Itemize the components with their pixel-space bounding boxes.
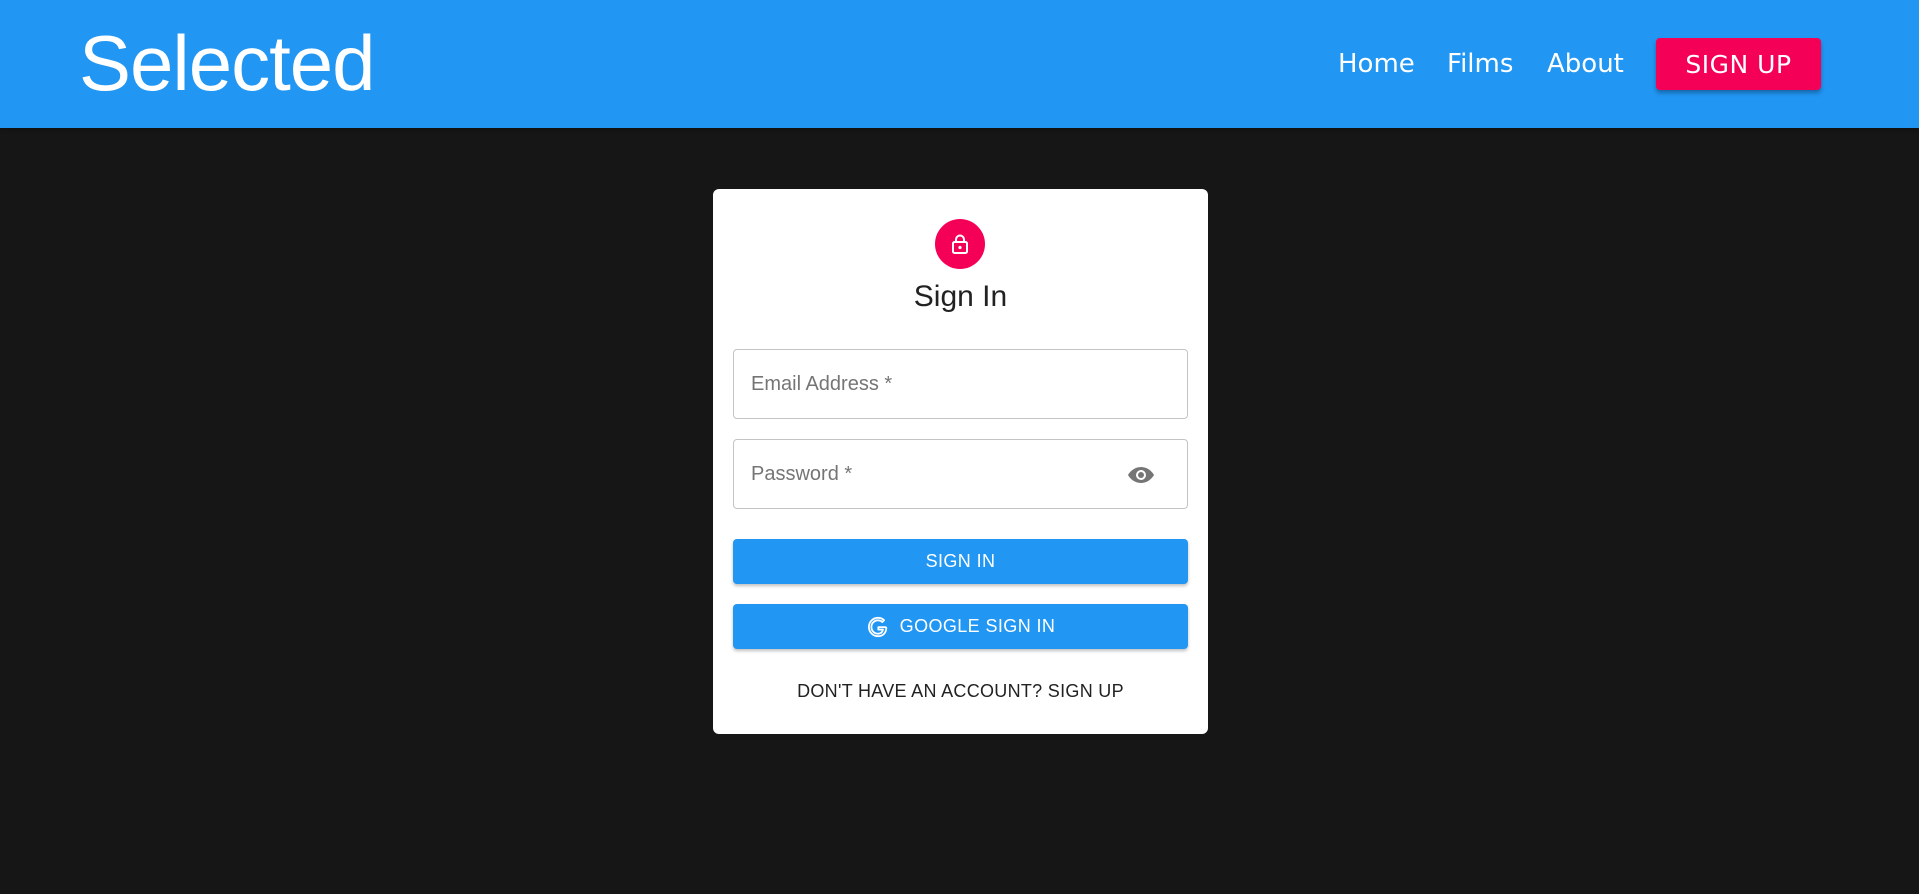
nav-link-about[interactable]: About: [1547, 47, 1624, 81]
google-sign-in-label: GOOGLE SIGN IN: [899, 616, 1056, 636]
nav-link-home[interactable]: Home: [1338, 47, 1415, 81]
email-field[interactable]: [734, 350, 1187, 418]
google-g-icon: [866, 615, 890, 639]
email-field-container: [733, 349, 1188, 419]
page-title: Sign In: [913, 280, 1008, 313]
sign-in-button-label: SIGN IN: [925, 551, 996, 571]
password-field-container: [733, 439, 1188, 509]
sign-up-link[interactable]: DON'T HAVE AN ACCOUNT? SIGN UP: [713, 679, 1208, 703]
lock-icon: [948, 232, 972, 256]
app-header: Selected Home Films About SIGN UP: [0, 0, 1919, 128]
eye-icon[interactable]: [1127, 462, 1155, 488]
google-sign-in-button[interactable]: GOOGLE SIGN IN: [733, 604, 1188, 649]
password-field[interactable]: [734, 440, 1187, 508]
sign-in-button[interactable]: SIGN IN: [733, 539, 1188, 584]
sign-in-card: Sign In SIGN IN GOOGLE SIGN IN DON'T HAV…: [713, 189, 1208, 734]
nav-link-films[interactable]: Films: [1447, 47, 1513, 81]
brand-logo[interactable]: Selected: [79, 18, 376, 108]
lock-avatar: [935, 219, 985, 269]
header-signup-button[interactable]: SIGN UP: [1656, 38, 1821, 90]
